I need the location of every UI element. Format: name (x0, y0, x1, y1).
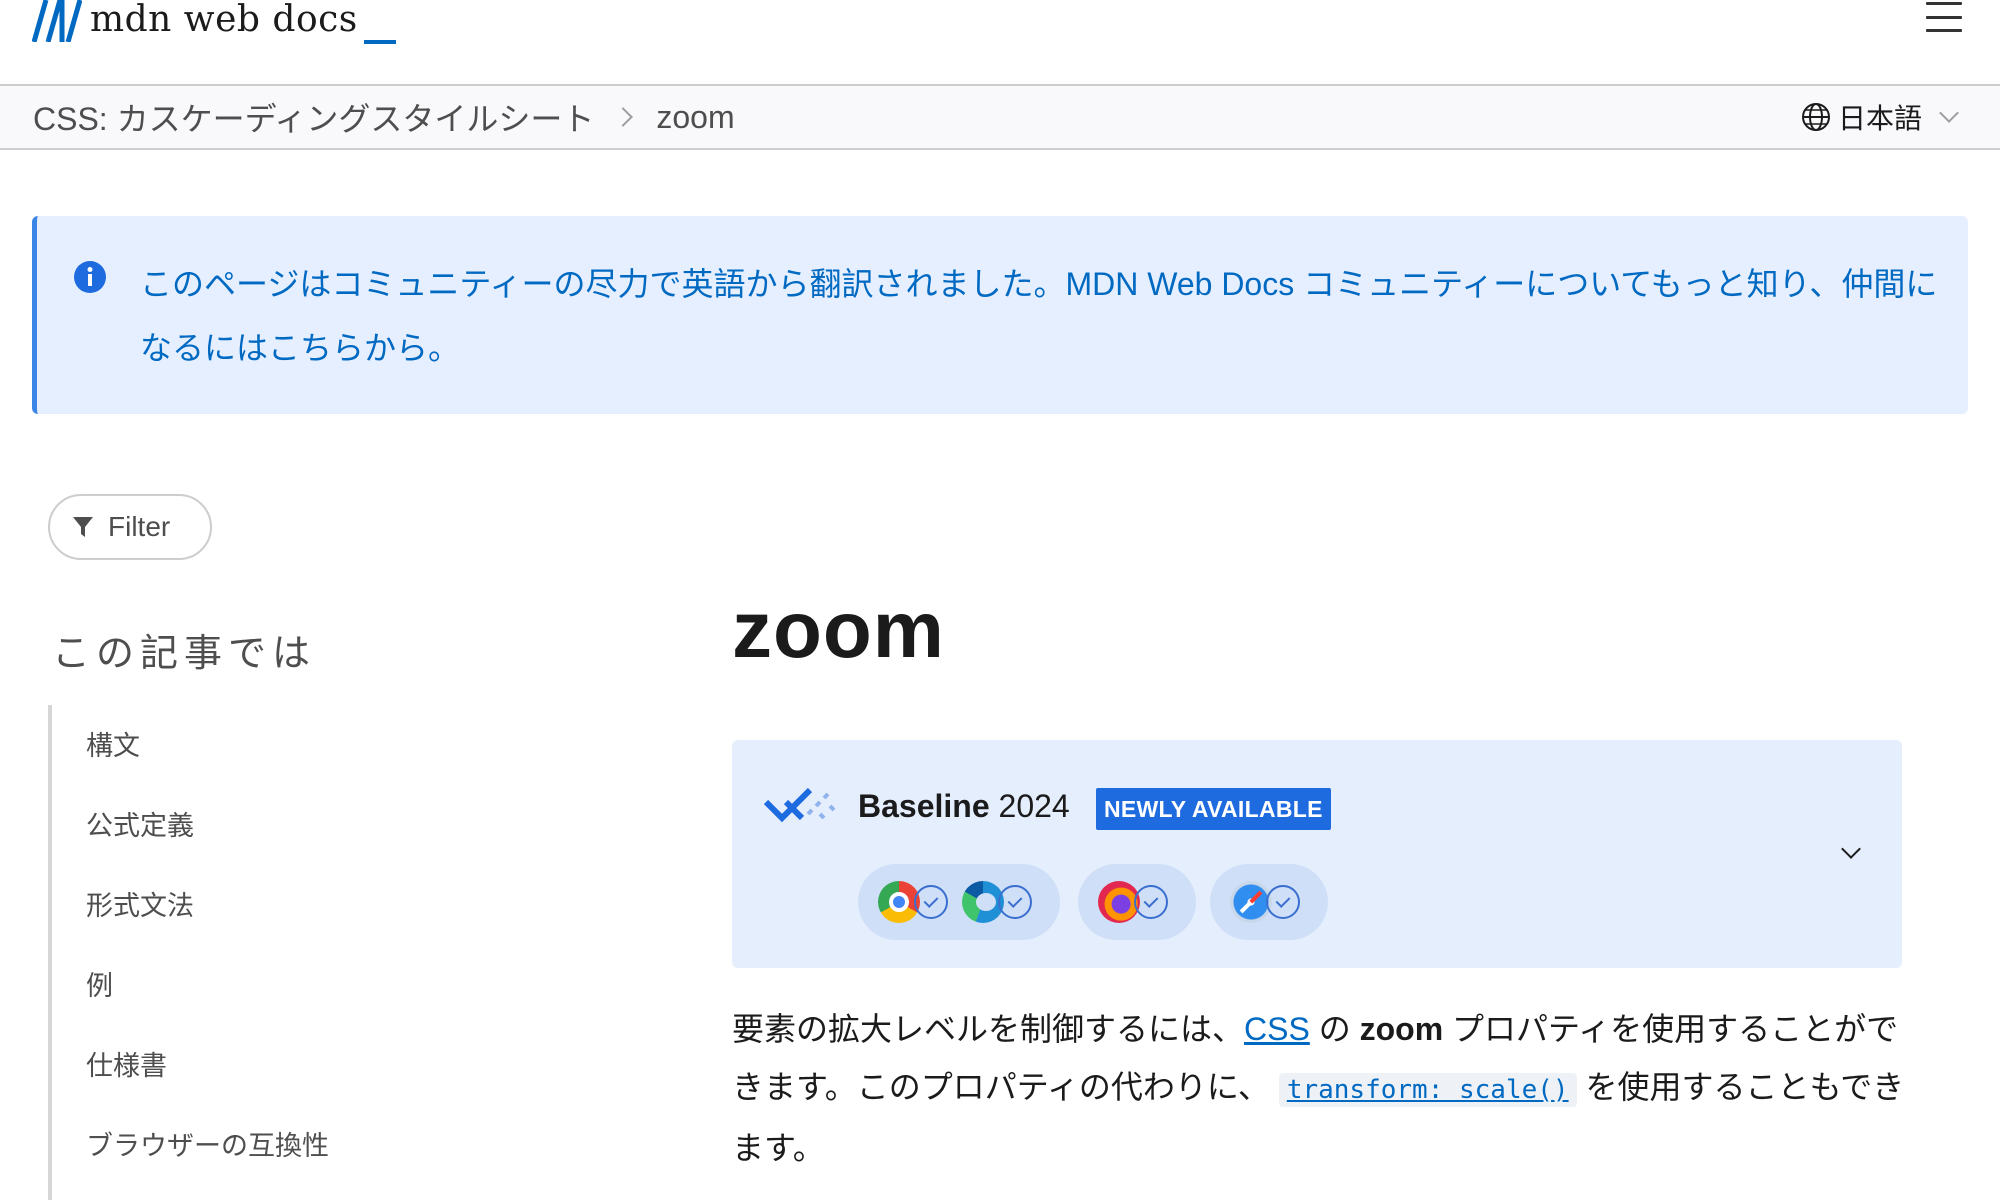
toc-item-formal-definition[interactable]: 公式定義 (86, 804, 329, 884)
toc-item-syntax[interactable]: 構文 (86, 724, 329, 804)
chromium-browsers-group (858, 864, 1060, 940)
hamburger-menu-icon[interactable] (1926, 2, 1962, 32)
top-header: mdn web docs (0, 0, 2000, 84)
mdn-logo[interactable]: mdn web docs (32, 0, 396, 50)
newly-available-badge: NEWLY AVAILABLE (1096, 788, 1331, 830)
baseline-title: Baseline 2024 (858, 788, 1070, 825)
logo-cursor (363, 40, 396, 44)
check-circle-icon (998, 885, 1032, 919)
check-circle-icon (1134, 885, 1168, 919)
baseline-check-icon (764, 787, 836, 823)
transform-scale-link[interactable]: transform: scale() (1278, 1073, 1577, 1107)
firefox-group (1078, 864, 1196, 940)
chevron-right-icon (613, 107, 634, 127)
toc-rail (48, 705, 52, 1200)
safari-group (1210, 864, 1328, 940)
translation-notice: このページはコミュニティーの尽力で英語から翻訳されました。MDN Web Doc… (32, 216, 1968, 414)
toc-list: 構文 公式定義 形式文法 例 仕様書 ブラウザーの互換性 (86, 724, 329, 1200)
check-circle-icon (1266, 885, 1300, 919)
breadcrumb: CSS: カスケーディングスタイルシート zoom (33, 86, 735, 148)
filter-button[interactable]: Filter (48, 494, 212, 560)
toc-item-formal-syntax[interactable]: 形式文法 (86, 884, 329, 964)
filter-icon (73, 517, 93, 537)
baseline-panel: Baseline 2024 NEWLY AVAILABLE (732, 740, 1902, 968)
toc-title: この記事では (52, 633, 317, 675)
css-link[interactable]: CSS (1244, 1011, 1310, 1047)
language-selector[interactable]: 日本語 (1800, 86, 1959, 148)
toc-item-specifications[interactable]: 仕様書 (86, 1044, 329, 1124)
filter-label: Filter (108, 511, 171, 542)
info-icon (74, 261, 106, 293)
baseline-label: Baseline (858, 788, 990, 824)
mdn-logo-icon (32, 0, 82, 42)
breadcrumb-item-zoom[interactable]: zoom (656, 99, 734, 136)
logo-text: mdn web docs (90, 0, 358, 40)
zoom-property-name: zoom (1359, 1011, 1444, 1047)
baseline-year: 2024 (998, 788, 1070, 824)
intro-text-2: の (1309, 1011, 1360, 1047)
language-label: 日本語 (1837, 103, 1922, 134)
check-circle-icon (914, 885, 948, 919)
toc-item-browser-compatibility[interactable]: ブラウザーの互換性 (86, 1124, 329, 1200)
notice-text[interactable]: このページはコミュニティーの尽力で英語から翻訳されました。MDN Web Doc… (140, 252, 1950, 380)
globe-icon (1801, 103, 1830, 131)
intro-text-1: 要素の拡大レベルを制御するには、 (732, 1011, 1245, 1047)
breadcrumb-bar: CSS: カスケーディングスタイルシート zoom 日本語 (0, 84, 2000, 150)
breadcrumb-item-css[interactable]: CSS: カスケーディングスタイルシート (33, 94, 594, 140)
chevron-down-icon (1939, 103, 1959, 123)
page-title: zoom (732, 585, 945, 674)
chevron-down-icon[interactable] (1841, 839, 1861, 859)
toc-item-examples[interactable]: 例 (86, 964, 329, 1044)
article-intro: 要素の拡大レベルを制御するには、CSS の zoom プロパティを使用することが… (732, 1000, 1912, 1177)
